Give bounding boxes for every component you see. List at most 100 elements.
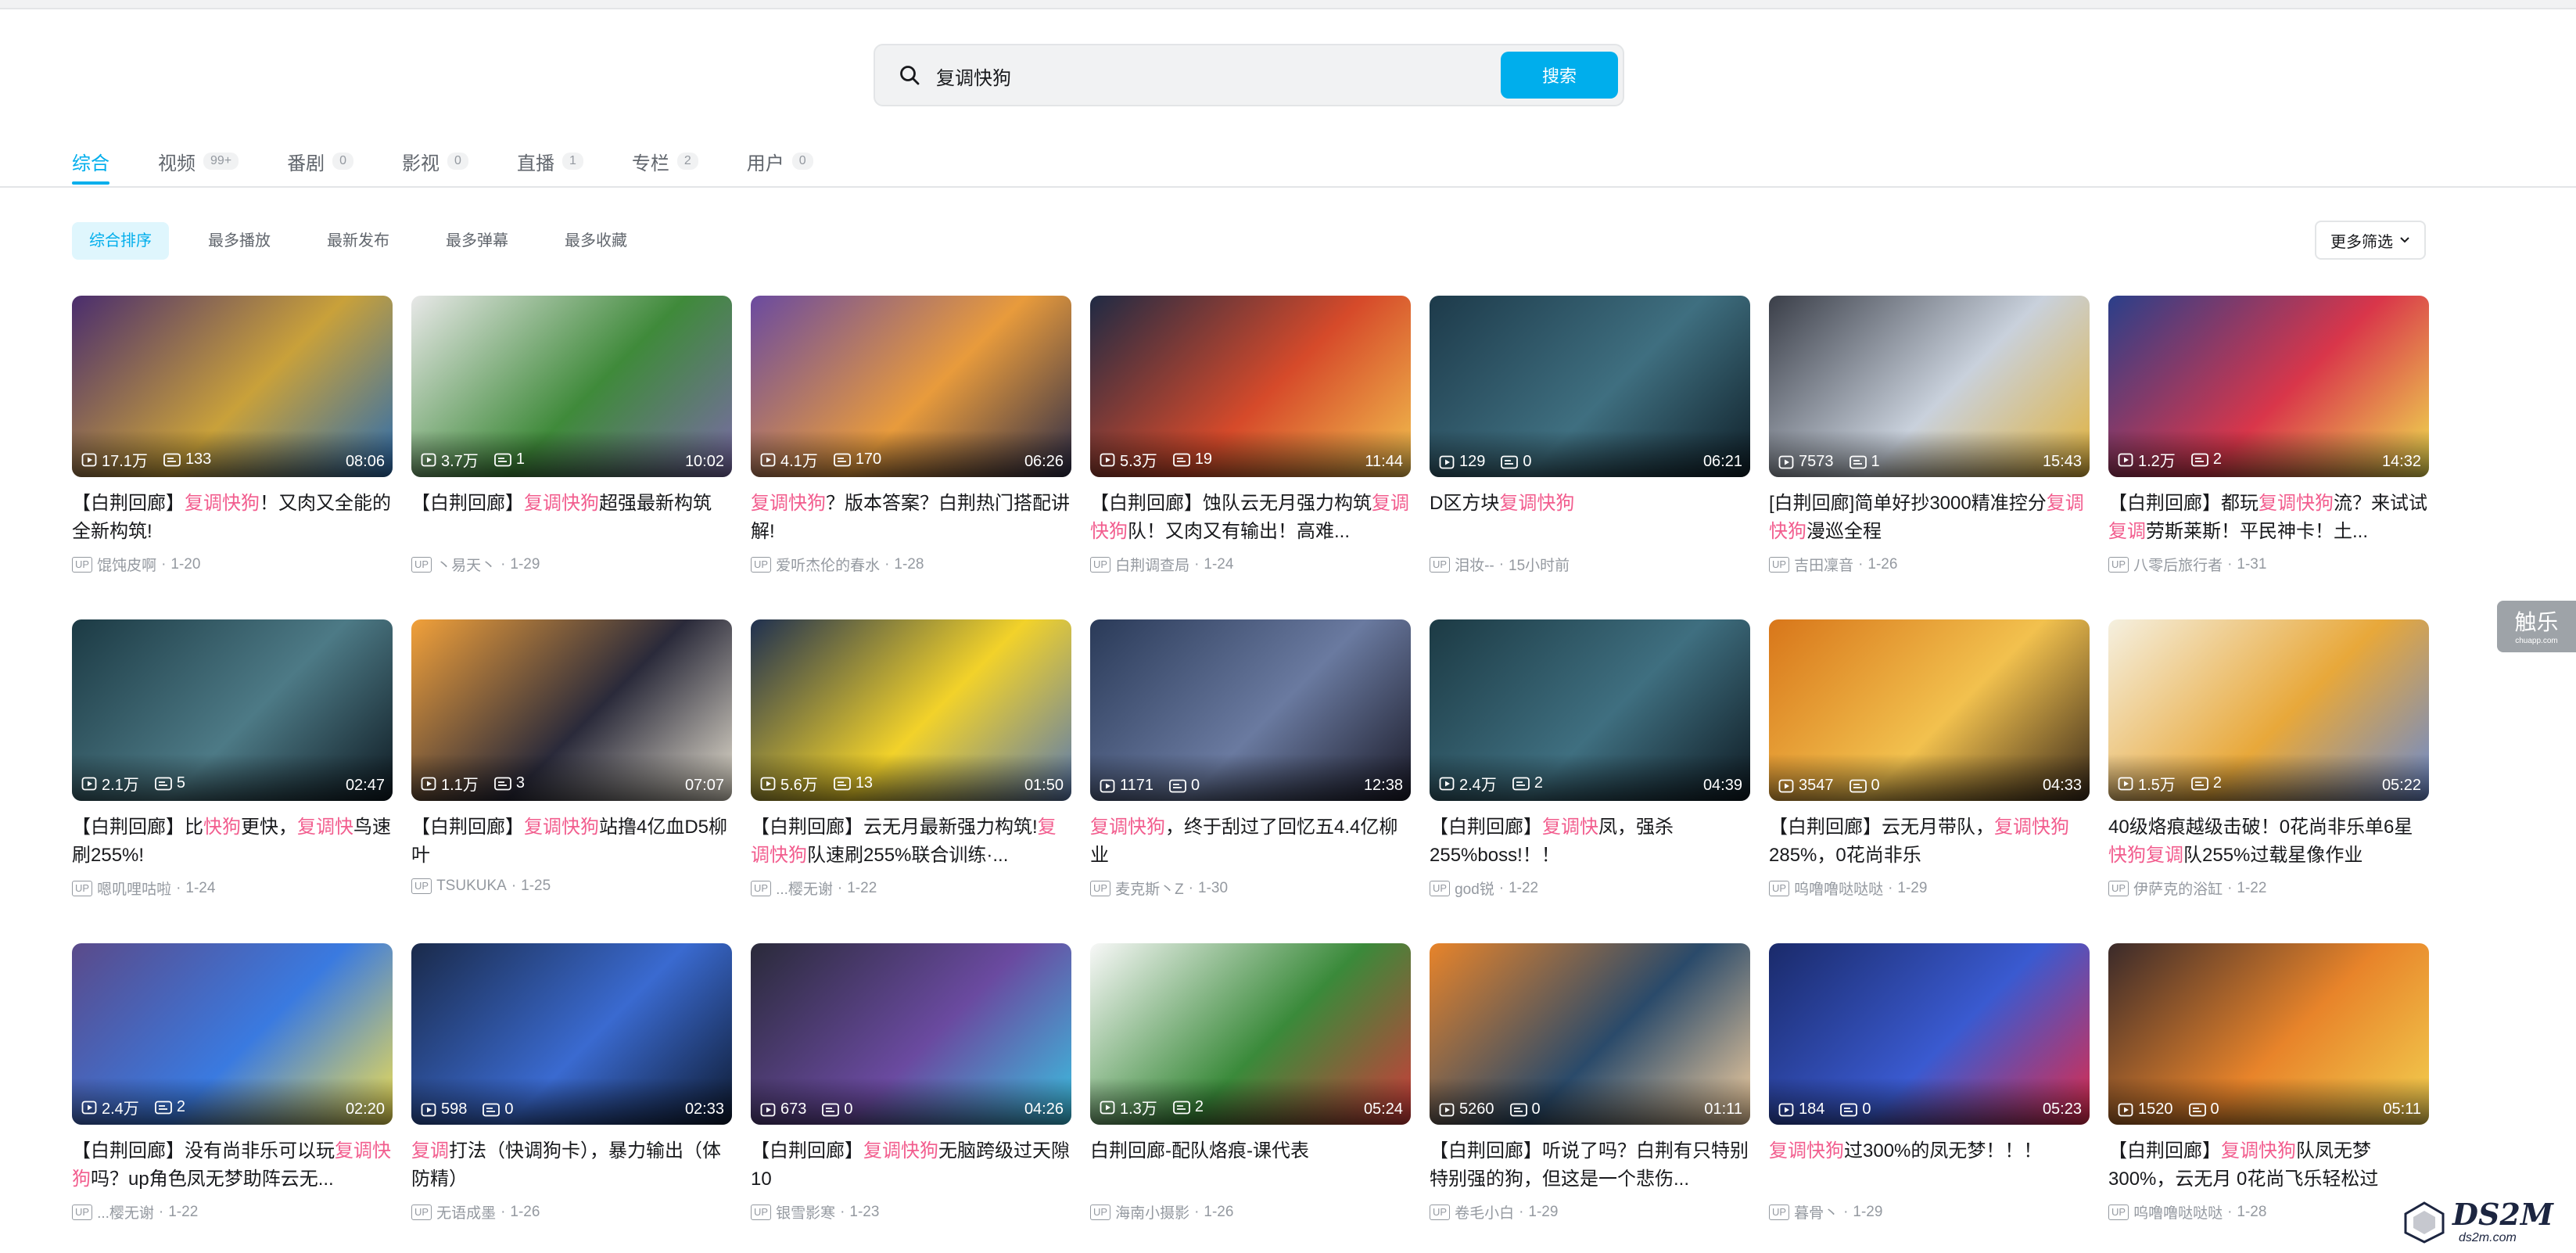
video-thumbnail[interactable]: 3.7万 1 10:02 — [411, 296, 732, 477]
sort-option-2[interactable]: 最新发布 — [310, 222, 407, 260]
sort-option-3[interactable]: 最多弹幕 — [429, 222, 526, 260]
tab-6[interactable]: 用户 0 — [747, 139, 813, 183]
search-input[interactable] — [935, 58, 1501, 94]
video-title[interactable]: 【白荆回廊】复调快狗无脑跨级过天隙10 — [751, 1137, 1071, 1194]
side-floating-widget[interactable]: 触乐 chuapp.com — [2497, 601, 2576, 652]
video-thumbnail[interactable]: 673 0 04:26 — [751, 943, 1071, 1125]
video-thumbnail[interactable]: 17.1万 133 08:06 — [72, 296, 393, 477]
video-title[interactable]: 【白荆回廊】复调快狗队凤无梦300%，云无月 0花尚飞乐轻松过 — [2108, 1137, 2429, 1194]
video-card[interactable]: 184 0 05:23 复调快狗过300%的凤无梦！！！ UP 暮骨丶 · 1-29 — [1769, 943, 2090, 1222]
video-title[interactable]: 【白荆回廊】没有尚非乐可以玩复调快狗吗？up角色凤无梦助阵云无... — [72, 1137, 393, 1194]
tab-1[interactable]: 视频 99+ — [158, 139, 239, 183]
video-card[interactable]: 2.4万 2 02:20 【白荆回廊】没有尚非乐可以玩复调快狗吗？up角色凤无梦助阵云… — [72, 943, 393, 1222]
video-thumbnail[interactable]: 1520 0 05:11 — [2108, 943, 2429, 1125]
video-title[interactable]: D区方块复调快狗 — [1430, 490, 1750, 546]
video-title[interactable]: 【白荆回廊】云无月带队，复调快狗285%，0花尚非乐 — [1769, 813, 2090, 870]
video-title[interactable]: 【白荆回廊】听说了吗？白荆有只特别特别强的狗，但这是一个悲伤... — [1430, 1137, 1750, 1194]
tab-3[interactable]: 影视 0 — [402, 139, 468, 183]
tab-4[interactable]: 直播 1 — [517, 139, 583, 183]
video-thumbnail[interactable]: 5.3万 19 11:44 — [1090, 296, 1411, 477]
video-card[interactable]: 598 0 02:33 复调打法（快调狗卡），暴力输出（体防精） UP 无语成墨 · 1-26 — [411, 943, 732, 1222]
video-card[interactable]: 2.1万 5 02:47 【白荆回廊】比快狗更快，复调快鸟速刷255%! UP 嗯叽哩咕啦… — [72, 619, 393, 899]
video-title[interactable]: 复调快狗过300%的凤无梦！！！ — [1769, 1137, 2090, 1194]
video-card[interactable]: 1520 0 05:11 【白荆回廊】复调快狗队凤无梦300%，云无月 0花尚飞乐轻松… — [2108, 943, 2429, 1222]
video-card[interactable]: 5.3万 19 11:44 【白荆回廊】蚀队云无月强力构筑复调快狗队！又肉又有输出！高… — [1090, 296, 1411, 575]
video-author[interactable]: TSUKUKA — [436, 878, 507, 895]
video-author[interactable]: 爱听杰伦的春水 — [776, 554, 880, 575]
video-author[interactable]: 馄饨皮啊 — [97, 554, 156, 575]
video-author[interactable]: 丶易天丶 — [436, 554, 496, 575]
video-card[interactable]: 5260 0 01:11 【白荆回廊】听说了吗？白荆有只特别特别强的狗，但这是一个悲伤… — [1430, 943, 1750, 1222]
video-author[interactable]: god锐 — [1455, 878, 1494, 899]
video-title[interactable]: 【白荆回廊】蚀队云无月强力构筑复调快狗队！又肉又有输出！高难... — [1090, 490, 1411, 546]
video-title[interactable]: 【白荆回廊】比快狗更快，复调快鸟速刷255%! — [72, 813, 393, 870]
tab-2[interactable]: 番剧 0 — [287, 139, 354, 183]
video-thumbnail[interactable]: 1171 0 12:38 — [1090, 619, 1411, 801]
video-card[interactable]: 3547 0 04:33 【白荆回廊】云无月带队，复调快狗285%，0花尚非乐 UP 呜噜… — [1769, 619, 2090, 899]
video-thumbnail[interactable]: 1.1万 3 07:07 — [411, 619, 732, 801]
sort-option-1[interactable]: 最多播放 — [191, 222, 288, 260]
video-card[interactable]: 17.1万 133 08:06 【白荆回廊】复调快狗！又肉又全能的全新构筑! UP 馄饨皮… — [72, 296, 393, 575]
video-title[interactable]: 复调打法（快调狗卡），暴力输出（体防精） — [411, 1137, 732, 1194]
video-author[interactable]: 麦克斯丶Z — [1115, 878, 1184, 899]
video-author[interactable]: 呜噜噜哒哒哒 — [1794, 878, 1883, 899]
video-thumbnail[interactable]: 5.6万 13 01:50 — [751, 619, 1071, 801]
video-author[interactable]: 吉田凜音 — [1794, 554, 1853, 575]
video-title[interactable]: 40级烙痕越级击破！0花尚非乐单6星快狗复调队255%过载星像作业 — [2108, 813, 2429, 870]
video-card[interactable]: 673 0 04:26 【白荆回廊】复调快狗无脑跨级过天隙10 UP 银雪影寒 · 1-23 — [751, 943, 1071, 1222]
video-card[interactable]: 1.1万 3 07:07 【白荆回廊】复调快狗站撸4亿血D5柳叶 UP TSUKUKA · 1… — [411, 619, 732, 895]
video-author[interactable]: 无语成墨 — [436, 1201, 496, 1222]
video-thumbnail[interactable]: 598 0 02:33 — [411, 943, 732, 1125]
video-card[interactable]: 129 0 06:21 D区方块复调快狗 UP 泪妆-- · 15小时前 — [1430, 296, 1750, 575]
video-thumbnail[interactable]: 2.4万 2 02:20 — [72, 943, 393, 1125]
video-title[interactable]: 【白荆回廊】复调快凤，强杀255%boss!！！ — [1430, 813, 1750, 870]
video-author[interactable]: 泪妆-- — [1455, 554, 1494, 575]
video-card[interactable]: 2.4万 2 04:39 【白荆回廊】复调快凤，强杀255%boss!！！ UP god锐… — [1430, 619, 1750, 899]
video-title[interactable]: 【白荆回廊】都玩复调快狗流？来试试复调劳斯莱斯！平民神卡！土... — [2108, 490, 2429, 546]
video-author[interactable]: 呜噜噜哒哒哒 — [2133, 1201, 2223, 1222]
video-author[interactable]: 暮骨丶 — [1794, 1201, 1839, 1222]
video-title[interactable]: 【白荆回廊】云无月最新强力构筑!复调快狗队速刷255%联合训练·... — [751, 813, 1071, 870]
sort-option-4[interactable]: 最多收藏 — [547, 222, 644, 260]
video-thumbnail[interactable]: 4.1万 170 06:26 — [751, 296, 1071, 477]
video-card[interactable]: 3.7万 1 10:02 【白荆回廊】复调快狗超强最新构筑 UP 丶易天丶 · 1-29 — [411, 296, 732, 575]
video-thumbnail[interactable]: 2.1万 5 02:47 — [72, 619, 393, 801]
video-card[interactable]: 1.5万 2 05:22 40级烙痕越级击破！0花尚非乐单6星快狗复调队255%过载星… — [2108, 619, 2429, 899]
video-author[interactable]: 嗯叽哩咕啦 — [97, 878, 171, 899]
video-card[interactable]: 1.2万 2 14:32 【白荆回廊】都玩复调快狗流？来试试复调劳斯莱斯！平民神卡！土… — [2108, 296, 2429, 575]
video-title[interactable]: 白荆回廊-配队烙痕-课代表 — [1090, 1137, 1411, 1194]
video-thumbnail[interactable]: 2.4万 2 04:39 — [1430, 619, 1750, 801]
video-author[interactable]: 八零后旅行者 — [2133, 554, 2223, 575]
video-thumbnail[interactable]: 1.3万 2 05:24 — [1090, 943, 1411, 1125]
video-title[interactable]: 【白荆回廊】复调快狗超强最新构筑 — [411, 490, 732, 546]
video-author[interactable]: 伊萨克的浴缸 — [2133, 878, 2223, 899]
sort-option-0[interactable]: 综合排序 — [72, 222, 169, 260]
video-author[interactable]: ...樱无谢 — [776, 878, 833, 899]
tab-0[interactable]: 综合 — [72, 139, 109, 185]
video-title[interactable]: 复调快狗？版本答案？白荆热门搭配讲解! — [751, 490, 1071, 546]
more-filter-button[interactable]: 更多筛选 — [2315, 221, 2426, 260]
video-title[interactable]: 【白荆回廊】复调快狗站撸4亿血D5柳叶 — [411, 813, 732, 870]
video-card[interactable]: 5.6万 13 01:50 【白荆回廊】云无月最新强力构筑!复调快狗队速刷255%联合… — [751, 619, 1071, 899]
video-title[interactable]: 复调快狗，终于刮过了回忆五4.4亿柳业 — [1090, 813, 1411, 870]
video-thumbnail[interactable]: 184 0 05:23 — [1769, 943, 2090, 1125]
video-thumbnail[interactable]: 1.5万 2 05:22 — [2108, 619, 2429, 801]
video-thumbnail[interactable]: 5260 0 01:11 — [1430, 943, 1750, 1125]
video-author[interactable]: 银雪影寒 — [776, 1201, 835, 1222]
video-author[interactable]: 卷毛小白 — [1455, 1201, 1514, 1222]
video-thumbnail[interactable]: 7573 1 15:43 — [1769, 296, 2090, 477]
video-thumbnail[interactable]: 129 0 06:21 — [1430, 296, 1750, 477]
video-card[interactable]: 1171 0 12:38 复调快狗，终于刮过了回忆五4.4亿柳业 UP 麦克斯丶Z · 1-3… — [1090, 619, 1411, 899]
video-card[interactable]: 1.3万 2 05:24 白荆回廊-配队烙痕-课代表 UP 海南小摄影 · 1-26 — [1090, 943, 1411, 1222]
video-author[interactable]: ...樱无谢 — [97, 1201, 154, 1222]
video-card[interactable]: 7573 1 15:43 [白荆回廊]简单好抄3000精准控分复调快狗漫巡全程 UP 吉田… — [1769, 296, 2090, 575]
video-title[interactable]: [白荆回廊]简单好抄3000精准控分复调快狗漫巡全程 — [1769, 490, 2090, 546]
search-button[interactable]: 搜索 — [1501, 52, 1618, 99]
tab-5[interactable]: 专栏 2 — [632, 139, 698, 183]
video-thumbnail[interactable]: 1.2万 2 14:32 — [2108, 296, 2429, 477]
video-title[interactable]: 【白荆回廊】复调快狗！又肉又全能的全新构筑! — [72, 490, 393, 546]
video-thumbnail[interactable]: 3547 0 04:33 — [1769, 619, 2090, 801]
video-author[interactable]: 海南小摄影 — [1115, 1201, 1189, 1222]
video-author[interactable]: 白荆调查局 — [1115, 554, 1189, 575]
video-card[interactable]: 4.1万 170 06:26 复调快狗？版本答案？白荆热门搭配讲解! UP 爱听杰伦的春水… — [751, 296, 1071, 575]
